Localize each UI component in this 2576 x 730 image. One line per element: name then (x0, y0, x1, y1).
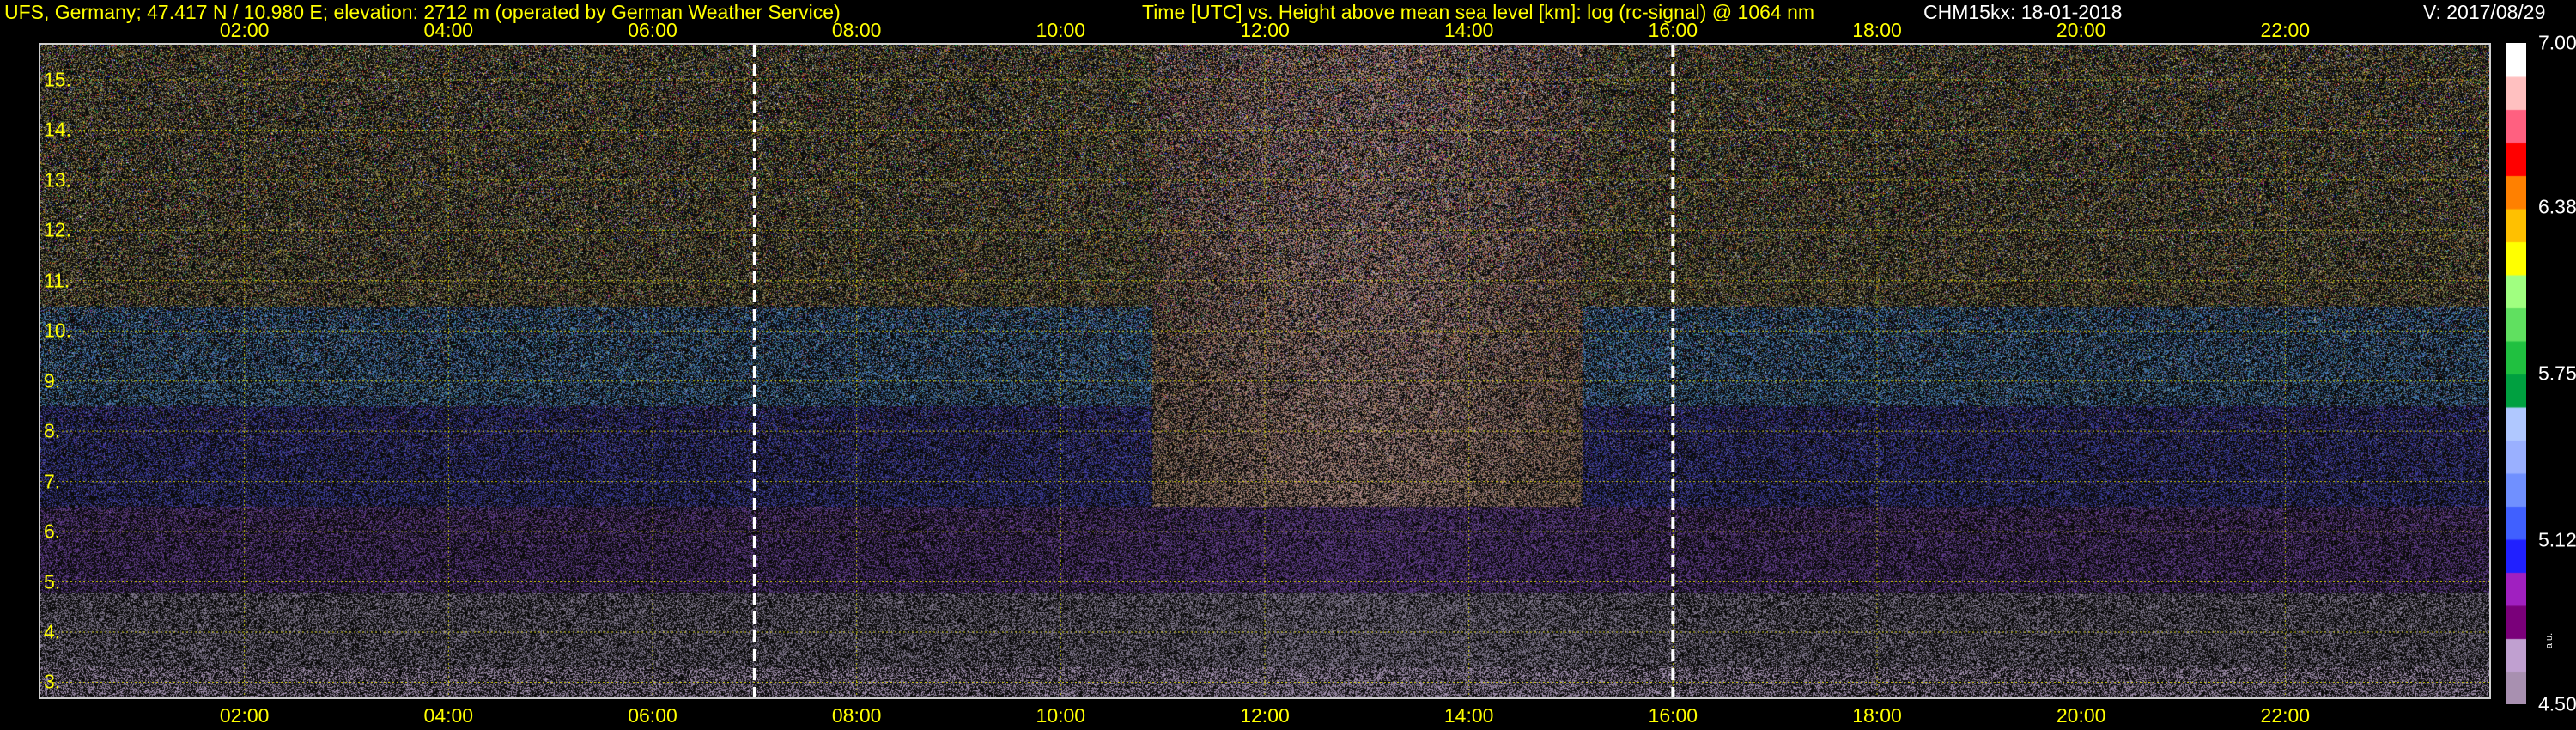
x-tick-bottom-1600: 16:00 (1648, 704, 1698, 727)
colorbar-tick-5.12: 5.12 (2538, 528, 2576, 551)
version-label: V: 2017/08/29 (2423, 1, 2546, 23)
colorbar-tick-5.75: 5.75 (2538, 362, 2576, 385)
x-tick-top-2000: 20:00 (2056, 19, 2106, 41)
colorbar-tick-7.00: 7.00 (2538, 31, 2576, 54)
y-tick-6: 6. (44, 520, 61, 543)
x-tick-bottom-2200: 22:00 (2260, 704, 2311, 727)
x-tick-top-0800: 08:00 (831, 19, 882, 41)
y-tick-15: 15. (44, 68, 71, 91)
x-tick-top-0200: 02:00 (219, 19, 270, 41)
grid-overlay (40, 45, 2489, 697)
x-tick-bottom-0800: 08:00 (831, 704, 882, 727)
x-tick-bottom-0200: 02:00 (219, 704, 270, 727)
y-tick-14: 14. (44, 118, 71, 141)
y-tick-10: 10. (44, 319, 71, 342)
colorbar (2506, 43, 2526, 704)
x-tick-top-0400: 04:00 (423, 19, 474, 41)
y-tick-7: 7. (44, 470, 61, 493)
x-tick-bottom-2000: 20:00 (2056, 704, 2106, 727)
x-tick-top-1000: 10:00 (1036, 19, 1086, 41)
station-info: UFS, Germany; 47.417 N / 10.980 E; eleva… (4, 1, 841, 23)
y-tick-4: 4. (44, 620, 61, 643)
plot-area: 3. 4. 5. 6. 7. 8. 9. 10. 11. 12. 13. 14. 15. (39, 43, 2491, 699)
x-tick-bottom-0400: 04:00 (423, 704, 474, 727)
x-tick-bottom-1400: 14:00 (1443, 704, 1494, 727)
y-tick-3: 3. (44, 670, 61, 693)
x-tick-bottom-0600: 06:00 (628, 704, 677, 727)
colorbar-tick-4.50: 4.50 (2538, 692, 2576, 715)
y-tick-13: 13. (44, 168, 71, 192)
x-tick-bottom-1200: 12:00 (1240, 704, 1290, 727)
x-tick-top-2200: 22:00 (2260, 19, 2311, 41)
x-tick-bottom-1800: 18:00 (1852, 704, 1902, 727)
colorbar-tick-6.38: 6.38 (2538, 195, 2576, 218)
y-tick-9: 9. (44, 369, 61, 392)
x-tick-top-1400: 14:00 (1443, 19, 1494, 41)
y-tick-5: 5. (44, 570, 61, 593)
x-tick-top-0600: 06:00 (628, 19, 677, 41)
x-tick-bottom-1000: 10:00 (1036, 704, 1086, 727)
y-tick-8: 8. (44, 419, 61, 442)
x-tick-top-1600: 16:00 (1648, 19, 1698, 41)
x-tick-top-1200: 12:00 (1240, 19, 1290, 41)
y-tick-11: 11. (44, 269, 70, 292)
colorbar-unit: a.u. (2544, 632, 2555, 649)
y-tick-12: 12. (44, 218, 71, 241)
x-tick-top-1800: 18:00 (1852, 19, 1902, 41)
